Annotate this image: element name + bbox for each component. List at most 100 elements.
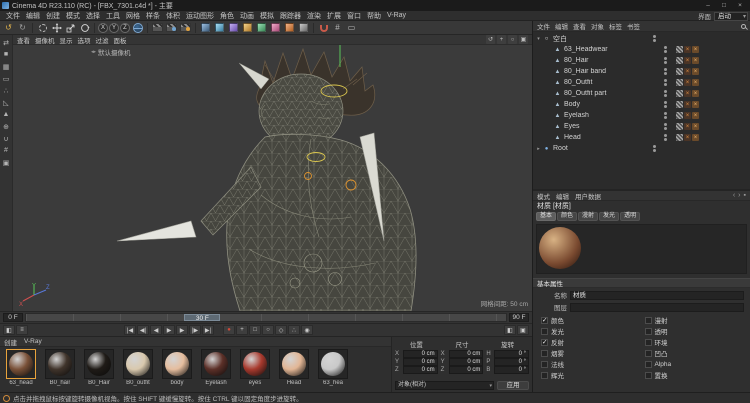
- material-item[interactable]: 63_head: [3, 349, 39, 390]
- record-button[interactable]: ○: [262, 325, 274, 335]
- coordinate-value-field[interactable]: 0 cm: [448, 366, 484, 374]
- rotate-tool-icon[interactable]: [78, 22, 91, 34]
- snap-icon[interactable]: [317, 22, 330, 34]
- scale-tool-icon[interactable]: [64, 22, 77, 34]
- add-spline-icon[interactable]: [213, 22, 226, 34]
- uvw-tag-icon[interactable]: [676, 46, 683, 53]
- timeline-mode-icon[interactable]: ◧: [3, 325, 15, 335]
- material-item[interactable]: B0_outfit: [120, 349, 156, 390]
- material-tag-icon[interactable]: [684, 90, 691, 97]
- object-row[interactable]: ▲ 80_Outfit: [533, 77, 750, 88]
- menu-item[interactable]: 跟踪器: [277, 11, 304, 21]
- material-item[interactable]: body: [159, 349, 195, 390]
- layer-field[interactable]: [570, 302, 744, 312]
- coordinate-value-field[interactable]: 0 cm: [448, 358, 484, 366]
- coordinate-value-field[interactable]: 0 °: [494, 358, 530, 366]
- object-name[interactable]: 63_Headwear: [564, 46, 660, 53]
- position-title[interactable]: 位置: [395, 339, 438, 349]
- mode-tool-icon[interactable]: #: [1, 145, 12, 156]
- layout-select[interactable]: 启动: [714, 11, 748, 21]
- mode-tool-icon[interactable]: ◺: [1, 97, 12, 108]
- add-simulation-icon[interactable]: [297, 22, 310, 34]
- playback-button[interactable]: ▶: [163, 325, 175, 335]
- material-tag-icon[interactable]: [692, 101, 699, 108]
- object-name[interactable]: Body: [564, 101, 660, 108]
- menu-item[interactable]: 创建: [43, 11, 63, 21]
- material-tag-icon[interactable]: [692, 112, 699, 119]
- workplane-icon[interactable]: ▭: [345, 22, 358, 34]
- channel-tab[interactable]: 漫射: [578, 212, 599, 221]
- lock-icon[interactable]: ▪: [744, 192, 746, 199]
- mode-tool-icon[interactable]: ∪: [1, 133, 12, 144]
- viewport-menu-item[interactable]: 选项: [78, 35, 91, 45]
- object-name[interactable]: Root: [553, 145, 649, 152]
- visibility-dots-icon[interactable]: [660, 68, 670, 75]
- menu-item[interactable]: 扩展: [324, 11, 344, 21]
- axis-lock-icon[interactable]: Y: [109, 22, 119, 33]
- channel-checkbox[interactable]: [644, 371, 652, 379]
- material-tag-icon[interactable]: [684, 101, 691, 108]
- attribute-tab[interactable]: 模式: [537, 191, 550, 201]
- axis-lock-icon[interactable]: X: [98, 22, 108, 33]
- menu-item[interactable]: 窗口: [344, 11, 364, 21]
- axis-lock-icon[interactable]: Z: [120, 22, 130, 33]
- channel-tab[interactable]: 透明: [620, 212, 641, 221]
- channel-tab[interactable]: 颜色: [557, 212, 578, 221]
- search-icon[interactable]: [741, 23, 746, 29]
- menu-item[interactable]: 体积: [163, 11, 183, 21]
- render-settings-icon[interactable]: [179, 22, 192, 34]
- history-forward-icon[interactable]: ›: [738, 192, 740, 199]
- menu-item[interactable]: 模拟: [257, 11, 277, 21]
- record-button[interactable]: ∴: [288, 325, 300, 335]
- timeline-playhead[interactable]: 30 F: [184, 314, 221, 322]
- menu-item[interactable]: 动画: [237, 11, 257, 21]
- menu-item[interactable]: 网格: [123, 11, 143, 21]
- uvw-tag-icon[interactable]: [676, 79, 683, 86]
- object-row[interactable]: ▲ Head: [533, 132, 750, 143]
- material-tag-icon[interactable]: [684, 46, 691, 53]
- coordinate-value-field[interactable]: 0 cm: [403, 350, 438, 358]
- coordinate-value-field[interactable]: 0 cm: [448, 350, 484, 358]
- object-row[interactable]: ▲ Body: [533, 99, 750, 110]
- channel-checkbox[interactable]: [541, 349, 548, 357]
- render-picture-viewer-icon[interactable]: [165, 22, 178, 34]
- record-button[interactable]: □: [249, 325, 261, 335]
- channel-checkbox[interactable]: [644, 316, 652, 324]
- material-tag-icon[interactable]: [684, 57, 691, 64]
- visibility-dots-icon[interactable]: [660, 123, 670, 130]
- uvw-tag-icon[interactable]: [676, 57, 683, 64]
- timeline-track[interactable]: 30 F: [25, 313, 507, 322]
- channel-checkbox[interactable]: [541, 338, 548, 346]
- attribute-tab[interactable]: 编辑: [556, 191, 569, 201]
- material-tag-icon[interactable]: [684, 68, 691, 75]
- material-tag-icon[interactable]: [692, 79, 699, 86]
- uvw-tag-icon[interactable]: [676, 112, 683, 119]
- camera-label[interactable]: ◂▸ 默认摄像机: [91, 47, 131, 57]
- visibility-dots-icon[interactable]: [660, 79, 670, 86]
- expander-icon[interactable]: ▸: [535, 146, 542, 152]
- minimize-button[interactable]: –: [700, 0, 716, 11]
- add-generator-icon[interactable]: [227, 22, 240, 34]
- channel-checkbox[interactable]: [541, 371, 548, 379]
- mode-tool-icon[interactable]: ⊕: [1, 121, 12, 132]
- channel-checkbox[interactable]: [644, 360, 652, 368]
- material-tag-icon[interactable]: [692, 57, 699, 64]
- material-item[interactable]: Head: [276, 349, 312, 390]
- uvw-tag-icon[interactable]: [676, 134, 683, 141]
- object-row[interactable]: ▲ 80_Hair band: [533, 66, 750, 77]
- record-button[interactable]: +: [236, 325, 248, 335]
- timeline-end-field[interactable]: 90 F: [509, 313, 529, 322]
- add-deformer-icon[interactable]: [241, 22, 254, 34]
- object-row[interactable]: ▲ 80_Hair: [533, 55, 750, 66]
- visibility-dots-icon[interactable]: [660, 57, 670, 64]
- history-back-icon[interactable]: ‹: [733, 192, 735, 199]
- channel-tab[interactable]: 发光: [599, 212, 620, 221]
- playback-button[interactable]: ▶|: [202, 325, 214, 335]
- menu-item[interactable]: 角色: [217, 11, 237, 21]
- mode-tool-icon[interactable]: ▲: [1, 109, 12, 120]
- object-manager-menu-item[interactable]: 查看: [573, 21, 586, 31]
- object-row[interactable]: ▾ ○ 空白: [533, 33, 750, 44]
- material-item[interactable]: Eyelash: [198, 349, 234, 390]
- add-mograph-icon[interactable]: [255, 22, 268, 34]
- uvw-tag-icon[interactable]: [676, 90, 683, 97]
